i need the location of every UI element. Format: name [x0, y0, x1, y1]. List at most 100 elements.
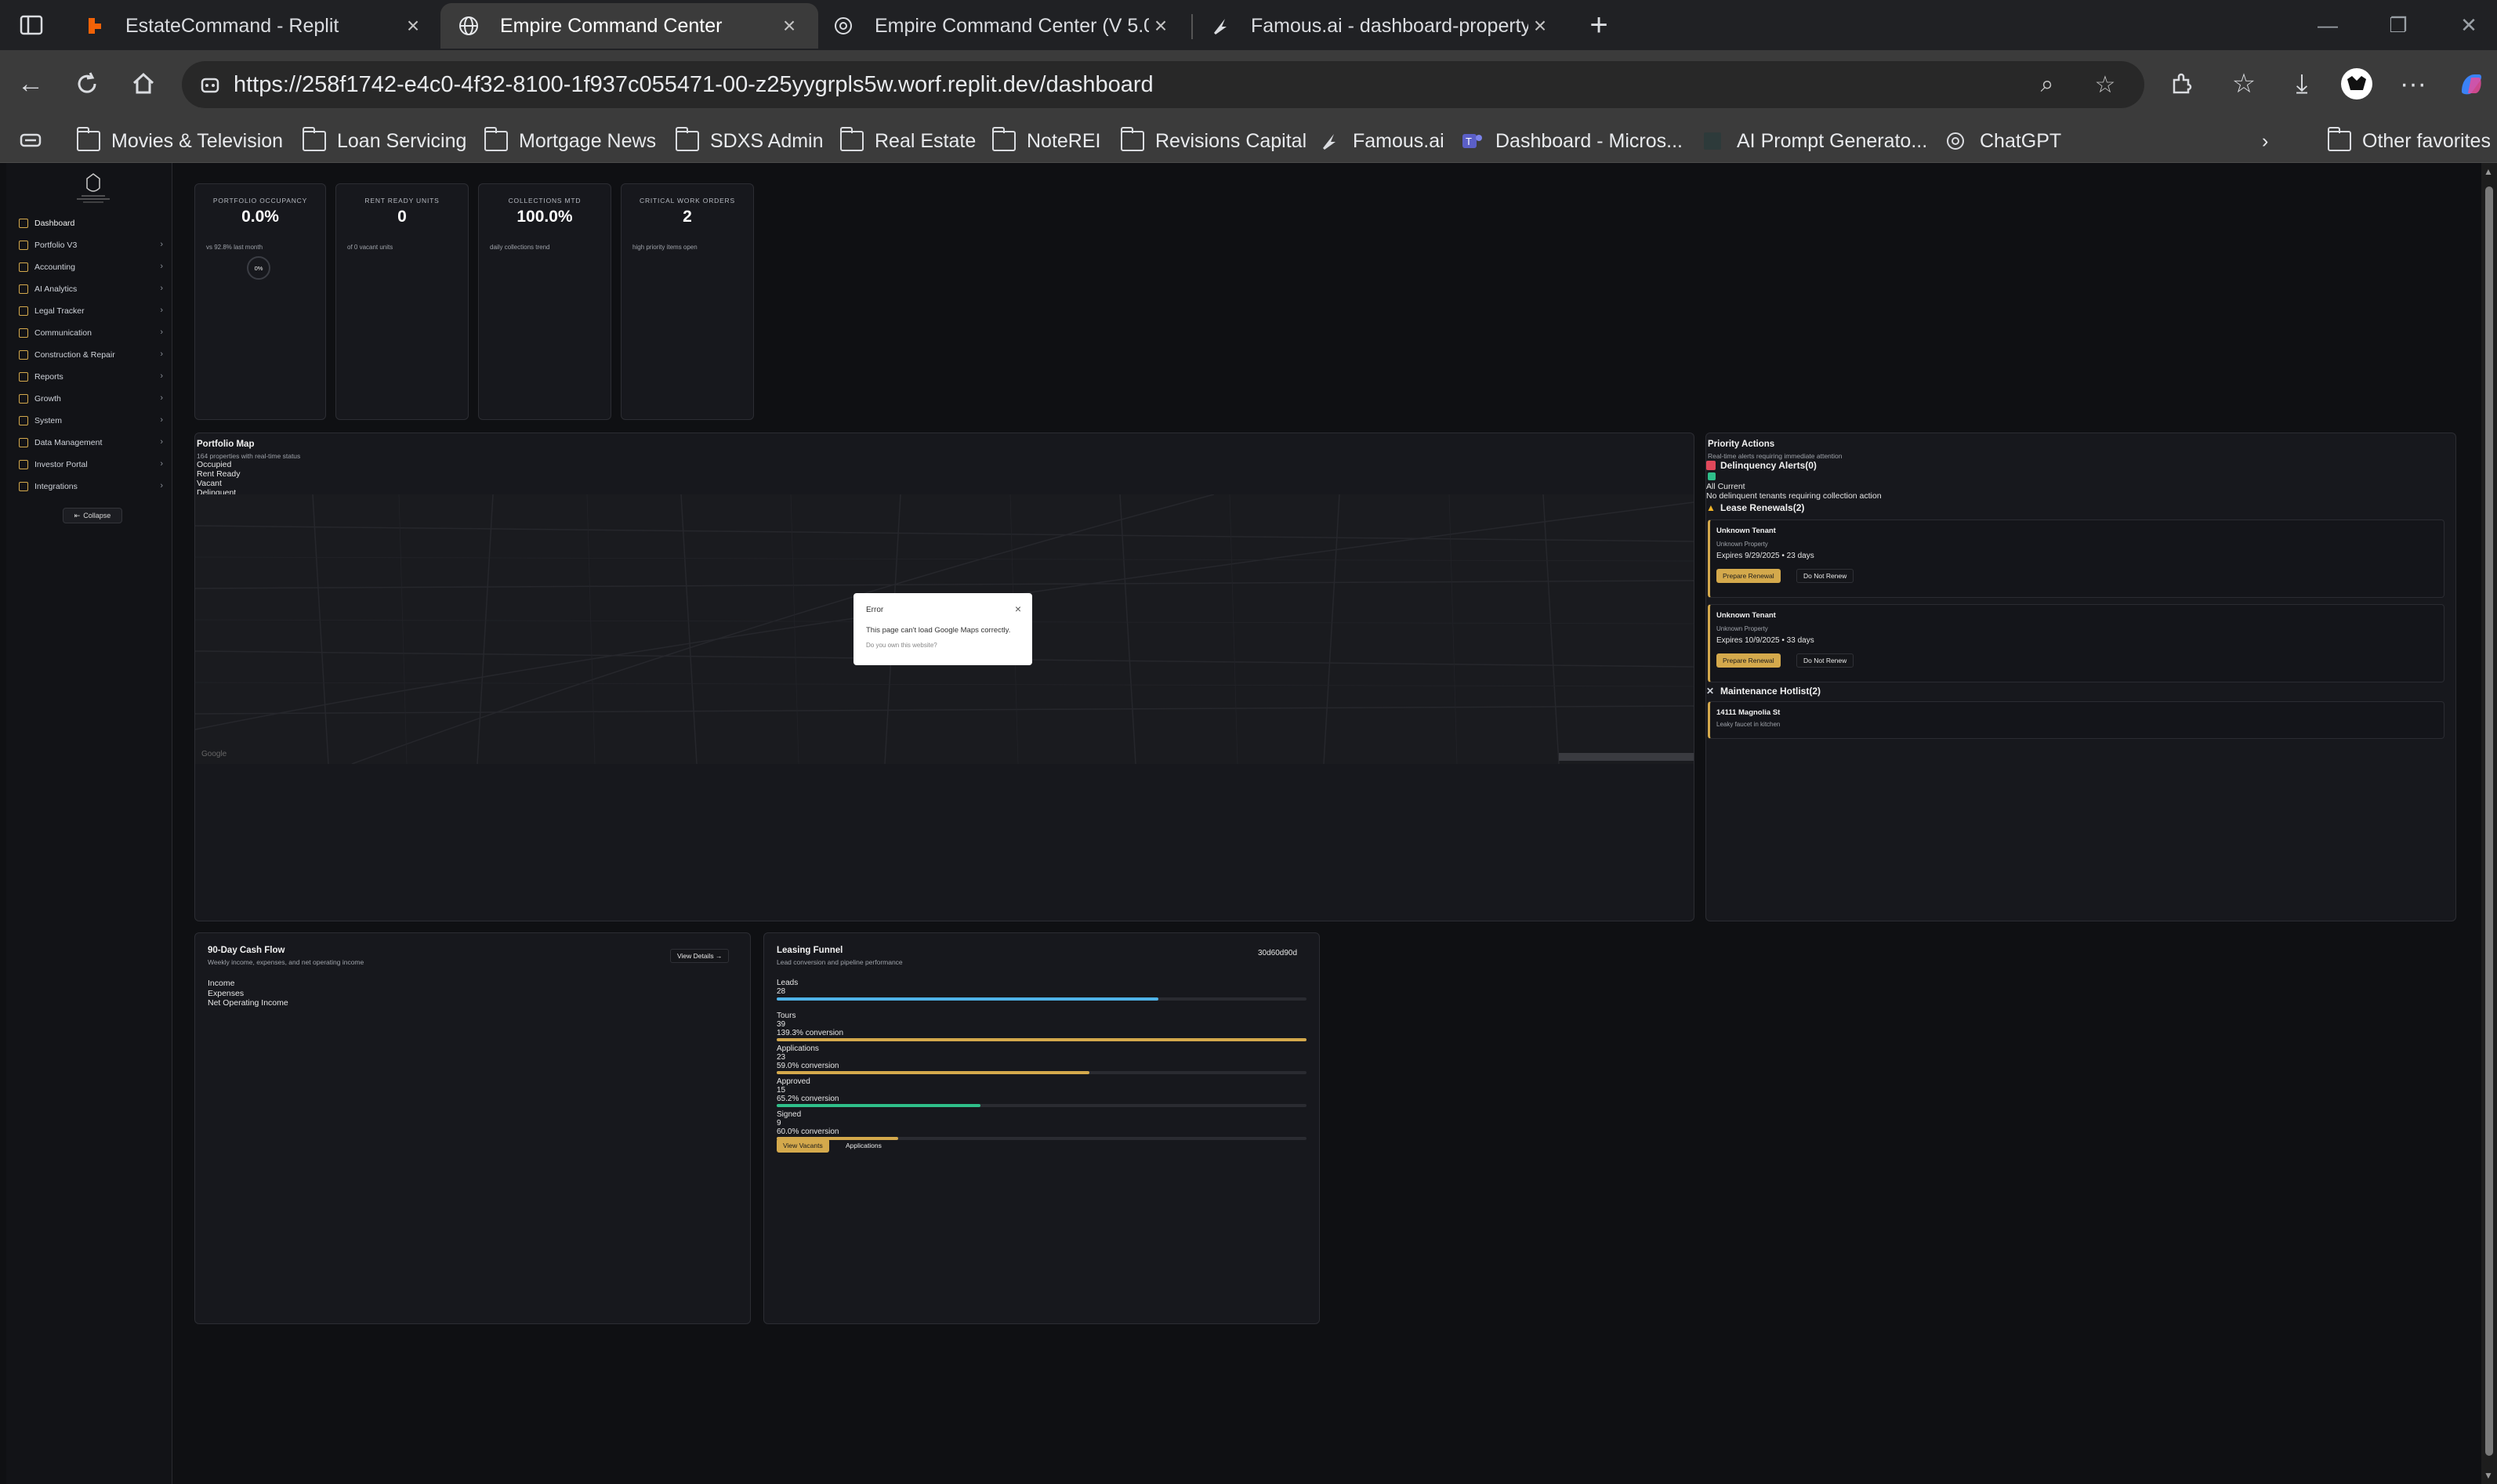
google-map[interactable]: Error × This page can't load Google Maps…	[195, 494, 1694, 764]
section-count: (0)	[1805, 460, 1817, 471]
close-icon[interactable]: ×	[1015, 603, 1021, 615]
occupancy-ring: 0%	[247, 256, 270, 280]
calculator-icon	[19, 262, 28, 272]
copilot-icon[interactable]	[2453, 66, 2489, 102]
tab-famous-ai[interactable]: Famous.ai - dashboard-property- ×	[1191, 3, 1569, 49]
bookmark-dashboard-microsoft[interactable]: T Dashboard - Micros...	[1461, 125, 1683, 157]
sidebar-item-label: Construction & Repair	[34, 350, 115, 360]
sidebar-item-system[interactable]: System ›	[19, 412, 172, 429]
range-tabs[interactable]: 30d60d90d	[1258, 949, 1297, 957]
do-not-renew-button[interactable]: Do Not Renew	[1796, 653, 1854, 668]
home-icon[interactable]	[125, 66, 161, 102]
reading-list-icon[interactable]	[13, 122, 49, 158]
prepare-renewal-button[interactable]: Prepare Renewal	[1716, 653, 1781, 668]
url-text[interactable]: https://258f1742-e4c0-4f32-8100-1f937c05…	[234, 72, 1154, 98]
extensions-icon[interactable]	[2163, 66, 2199, 102]
reload-icon[interactable]	[69, 66, 105, 102]
bookmark-folder-revisions-capital[interactable]: Revisions Capital	[1121, 125, 1306, 157]
replit-icon	[83, 15, 105, 37]
site-info-icon[interactable]	[198, 72, 223, 97]
kpi-label: CRITICAL WORK ORDERS	[640, 197, 735, 205]
scroll-down-icon[interactable]: ▼	[2484, 1470, 2493, 1481]
tab-estatecommand[interactable]: EstateCommand - Replit ×	[66, 3, 442, 49]
favorites-icon[interactable]: ☆	[2226, 66, 2262, 102]
sidebar-item-legal-tracker[interactable]: Legal Tracker ›	[19, 302, 172, 320]
downloads-icon[interactable]: ⤓	[2284, 66, 2320, 102]
company-logo[interactable]	[66, 171, 121, 205]
bookmark-folder-loan-servicing[interactable]: Loan Servicing	[303, 125, 466, 157]
zoom-icon[interactable]: ⌕	[2033, 71, 2061, 99]
applications-button[interactable]: Applications	[839, 1138, 888, 1153]
favorite-star-icon[interactable]: ☆	[2091, 71, 2119, 99]
close-tab-icon[interactable]: ×	[1528, 13, 1552, 38]
new-tab-button[interactable]: +	[1582, 8, 1616, 42]
bookmark-ai-prompt-generator[interactable]: AI Prompt Generato...	[1702, 125, 1927, 157]
sidebar-item-label: Growth	[34, 394, 61, 404]
minimize-icon[interactable]: —	[2312, 9, 2343, 41]
bookmark-label: ChatGPT	[1980, 129, 2062, 152]
maintenance-address: 14111 Magnolia St	[1716, 708, 1781, 717]
alert-icon	[1706, 461, 1716, 470]
kpi-value: 2	[683, 208, 692, 226]
chevron-right-icon: ›	[160, 284, 163, 293]
sidebar-item-reports[interactable]: Reports ›	[19, 368, 172, 385]
sidebar-toggle-icon[interactable]	[17, 11, 45, 39]
bookmark-folder-sdxs-admin[interactable]: SDXS Admin	[676, 125, 824, 157]
address-bar[interactable]: https://258f1742-e4c0-4f32-8100-1f937c05…	[182, 61, 2144, 108]
folder-icon	[2328, 127, 2351, 151]
sidebar-item-construction[interactable]: Construction & Repair ›	[19, 346, 172, 364]
sidebar-item-dashboard[interactable]: Dashboard	[19, 215, 172, 232]
bookmark-folder-movies[interactable]: Movies & Television	[77, 125, 283, 157]
folder-icon	[303, 127, 326, 151]
database-icon	[19, 438, 28, 447]
priority-title: Priority Actions	[1708, 440, 1775, 449]
view-details-button[interactable]: View Details →	[670, 949, 730, 963]
own-website-link[interactable]: Do you own this website?	[866, 642, 937, 649]
restore-icon[interactable]: ❐	[2383, 9, 2414, 41]
stage-name: Applications	[777, 1044, 819, 1053]
bookmark-famous-ai[interactable]: Famous.ai	[1318, 125, 1444, 157]
sidebar-item-portfolio-v3[interactable]: Portfolio V3 ›	[19, 237, 172, 254]
page-scrollbar[interactable]: ▲ ▼	[2481, 163, 2497, 1484]
sidebar-item-integrations[interactable]: Integrations ›	[19, 478, 172, 495]
close-tab-icon[interactable]: ×	[1149, 13, 1172, 38]
maintenance-item[interactable]: 14111 Magnolia St Leaky faucet in kitche…	[1708, 701, 2444, 739]
more-menu-icon[interactable]: ···	[2395, 66, 2431, 102]
tab-empire-command-center[interactable]: Empire Command Center ×	[440, 3, 818, 49]
sidebar-item-investor-portal[interactable]: Investor Portal ›	[19, 456, 172, 473]
legend-vacant: Vacant	[197, 479, 222, 488]
do-not-renew-button[interactable]: Do Not Renew	[1796, 569, 1854, 583]
collapse-sidebar-button[interactable]: ⇤ Collapse	[63, 508, 122, 523]
bookmark-folder-noterei[interactable]: NoteREI	[992, 125, 1100, 157]
profile-avatar[interactable]	[2339, 66, 2375, 102]
briefcase-icon	[19, 460, 28, 469]
expiry-text: Expires 9/29/2025 • 23 days	[1716, 552, 1814, 560]
delinquency-message: No delinquent tenants requiring collecti…	[1706, 491, 1882, 501]
cashflow-legend: Income Expenses Net Operating Income	[208, 979, 288, 1008]
browser-tab-bar: EstateCommand - Replit × Empire Command …	[0, 0, 2497, 50]
sidebar-item-data-management[interactable]: Data Management ›	[19, 434, 172, 451]
close-tab-icon[interactable]: ×	[777, 13, 801, 38]
sidebar-item-ai-analytics[interactable]: AI Analytics ›	[19, 281, 172, 298]
view-vacants-button[interactable]: View Vacants	[777, 1138, 829, 1153]
prepare-renewal-button[interactable]: Prepare Renewal	[1716, 569, 1781, 583]
maintenance-hotlist-header: ✕ Maintenance Hotlist (2)	[1706, 686, 1821, 697]
leasing-funnel-card: Leasing Funnel Lead conversion and pipel…	[763, 932, 1320, 1324]
sidebar-item-communication[interactable]: Communication ›	[19, 324, 172, 342]
back-icon[interactable]: ←	[13, 66, 49, 102]
sidebar-item-accounting[interactable]: Accounting ›	[19, 259, 172, 276]
scroll-up-icon[interactable]: ▲	[2484, 166, 2493, 177]
bookmark-other-favorites[interactable]: Other favorites	[2328, 125, 2491, 157]
tab-empire-command-center-v5[interactable]: Empire Command Center (V 5.0) ×	[815, 3, 1190, 49]
bookmark-folder-mortgage-news[interactable]: Mortgage News	[484, 125, 656, 157]
window-close-icon[interactable]: ✕	[2453, 9, 2484, 41]
kpi-card-collections: COLLECTIONS MTD 100.0% daily collections…	[478, 183, 611, 420]
sidebar-item-growth[interactable]: Growth ›	[19, 390, 172, 407]
bookmark-chatgpt[interactable]: ChatGPT	[1945, 125, 2061, 157]
close-tab-icon[interactable]: ×	[401, 13, 425, 38]
scrollbar-thumb[interactable]	[2485, 186, 2493, 1456]
bookmark-folder-real-estate[interactable]: Real Estate	[840, 125, 976, 157]
bookmarks-overflow-chevron-icon[interactable]: ›	[2262, 125, 2268, 157]
prompt-generator-icon	[1702, 131, 1726, 151]
kpi-label: COLLECTIONS MTD	[508, 197, 582, 205]
